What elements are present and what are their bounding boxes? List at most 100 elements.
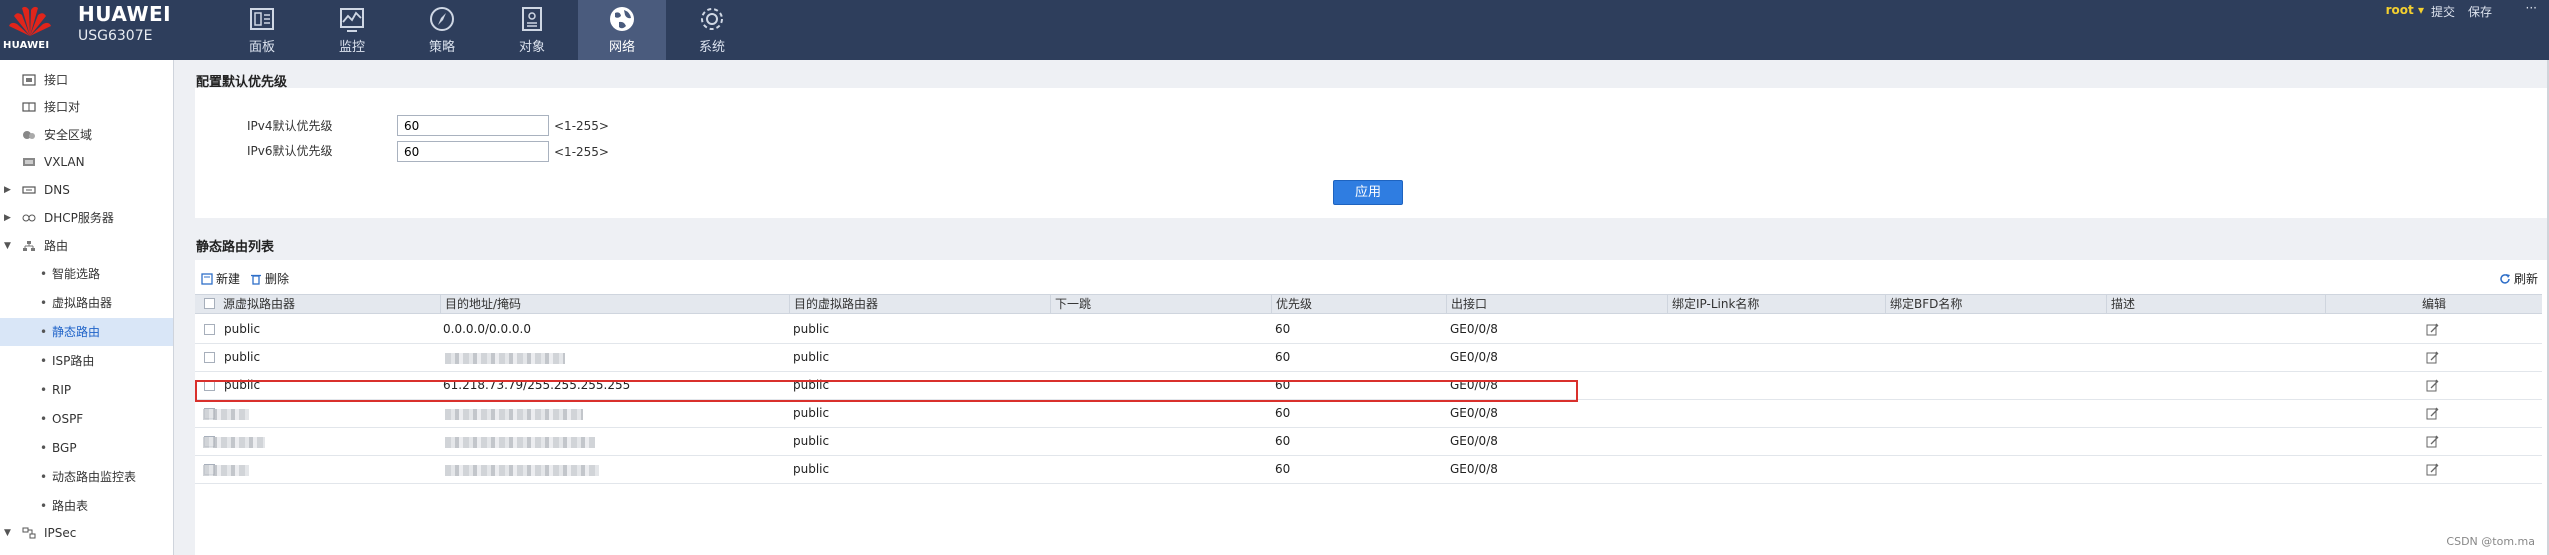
masked-text — [445, 465, 599, 476]
sidebar-item-rip[interactable]: • RIP — [0, 376, 173, 404]
ipv6-priority-input[interactable] — [397, 141, 549, 162]
bullet-icon: • — [40, 441, 48, 455]
edit-icon[interactable] — [2426, 379, 2439, 392]
edit-icon[interactable] — [2426, 407, 2439, 420]
sidebar-item-ospf[interactable]: • OSPF — [0, 405, 173, 433]
sidebar-item-virtual-router[interactable]: • 虚拟路由器 — [0, 289, 173, 317]
col-ip-link[interactable]: 绑定IP-Link名称 — [1667, 295, 1759, 313]
sidebar-item-routing-table[interactable]: • 路由表 — [0, 492, 173, 520]
sidebar-item-label: 动态路由监控表 — [52, 470, 137, 484]
nav-tab-object[interactable]: 对象 — [488, 0, 576, 60]
new-button-label: 新建 — [216, 272, 241, 286]
edit-icon[interactable] — [2426, 323, 2439, 336]
bullet-icon: • — [40, 412, 48, 426]
nav-tab-dashboard[interactable]: 面板 — [218, 0, 306, 60]
col-out-interface[interactable]: 出接口 — [1446, 295, 1487, 313]
device-model: USG6307E — [78, 28, 153, 44]
dhcp-icon — [22, 214, 36, 222]
collapse-arrow-icon[interactable]: ▼ — [4, 232, 11, 260]
refresh-button[interactable]: 刷新 — [2499, 270, 2538, 287]
sidebar-item-bgp[interactable]: • BGP — [0, 434, 173, 462]
cell-dest-vr: public — [793, 350, 830, 364]
sidebar-item-label: 智能选路 — [52, 267, 101, 281]
nav-tab-label: 监控 — [338, 40, 365, 55]
masked-text — [445, 437, 595, 448]
row-checkbox[interactable] — [204, 324, 215, 335]
masked-text — [445, 353, 565, 364]
sidebar-item-security-zone[interactable]: 安全区域 — [0, 121, 173, 149]
col-next-hop[interactable]: 下一跳 — [1050, 295, 1091, 313]
sidebar-item-label: BGP — [52, 441, 77, 455]
cell-priority: 60 — [1275, 434, 1291, 448]
expand-arrow-icon[interactable]: ▶ — [4, 204, 11, 232]
nav-tab-label: 面板 — [248, 40, 275, 55]
commit-link[interactable]: 提交 — [2431, 3, 2455, 20]
sidebar-item-route[interactable]: ▼ 路由 — [0, 232, 173, 260]
sidebar-item-static-route[interactable]: • 静态路由 — [0, 318, 173, 346]
sidebar-item-ipsec[interactable]: ▼ IPSec — [0, 519, 173, 547]
sidebar-item-interface[interactable]: 接口 — [0, 66, 173, 94]
col-edit: 编辑 — [2325, 295, 2542, 313]
user-menu[interactable]: root ▾ — [2386, 3, 2424, 17]
sidebar-item-interface-pair[interactable]: 接口对 — [0, 93, 173, 121]
globe-icon — [610, 7, 634, 31]
sidebar-item-dhcp-server[interactable]: ▶ DHCP服务器 — [0, 204, 173, 232]
collapse-arrow-icon[interactable]: ▼ — [4, 519, 11, 547]
cell-priority: 60 — [1275, 322, 1291, 336]
apply-button[interactable]: 应用 — [1333, 180, 1403, 205]
watermark: CSDN @tom.ma — [2446, 535, 2535, 548]
select-all-checkbox[interactable] — [204, 298, 215, 309]
expand-arrow-icon[interactable]: ▶ — [4, 176, 11, 204]
edit-icon[interactable] — [2426, 463, 2439, 476]
masked-text — [203, 465, 249, 476]
col-bfd[interactable]: 绑定BFD名称 — [1885, 295, 1962, 313]
sidebar-item-isp-route[interactable]: • ISP路由 — [0, 347, 173, 375]
cell-out-interface: GE0/0/8 — [1450, 462, 1498, 476]
new-button[interactable]: 新建 — [201, 270, 240, 287]
col-destination[interactable]: 目的地址/掩码 — [440, 295, 521, 313]
sidebar: 接口 接口对 安全区域 VXLAN ▶ DNS ▶ DHCP服务器 ▼ 路由 •… — [0, 60, 174, 555]
ipv4-priority-input[interactable] — [397, 115, 549, 136]
sidebar-item-dynamic-route-monitor[interactable]: • 动态路由监控表 — [0, 463, 173, 491]
sidebar-item-smart-routing[interactable]: • 智能选路 — [0, 260, 173, 288]
security-zone-icon — [23, 131, 35, 139]
ipv6-range-hint: <1-255> — [554, 145, 609, 159]
new-icon — [201, 273, 213, 285]
sidebar-item-vxlan[interactable]: VXLAN — [0, 148, 173, 176]
sidebar-item-label: OSPF — [52, 412, 84, 426]
more-menu-icon[interactable]: ··· — [2526, 1, 2537, 15]
cell-dest-vr: public — [793, 406, 830, 420]
cell-dest-vr: public — [793, 322, 830, 336]
table-row[interactable]: public 60 GE0/0/8 — [195, 400, 2542, 428]
edit-icon[interactable] — [2426, 435, 2439, 448]
nav-tab-network[interactable]: 网络 — [578, 0, 666, 60]
sidebar-item-label: RIP — [52, 383, 72, 397]
ipsec-icon — [22, 527, 36, 539]
row-checkbox[interactable] — [204, 352, 215, 363]
nav-tab-policy[interactable]: 策略 — [398, 0, 486, 60]
table-row[interactable]: public 60 GE0/0/8 — [195, 428, 2542, 456]
interface-pair-icon — [22, 102, 36, 112]
edit-icon[interactable] — [2426, 351, 2439, 364]
col-priority[interactable]: 优先级 — [1271, 295, 1312, 313]
bullet-icon: • — [40, 499, 48, 513]
delete-button[interactable]: 删除 — [250, 270, 289, 287]
col-dest-vr[interactable]: 目的虚拟路由器 — [789, 295, 878, 313]
sidebar-item-label: 路由 — [44, 239, 69, 253]
bullet-icon: • — [40, 470, 48, 484]
table-row[interactable]: public public 60 GE0/0/8 — [195, 344, 2542, 372]
col-description[interactable]: 描述 — [2106, 295, 2135, 313]
table-row[interactable]: public 0.0.0.0/0.0.0.0 public 60 GE0/0/8 — [195, 316, 2542, 344]
logo-text: HUAWEI — [3, 40, 50, 51]
col-source-vr[interactable]: 源虚拟路由器 — [219, 295, 295, 313]
save-link[interactable]: 保存 — [2468, 3, 2492, 20]
table-row[interactable]: public 60 GE0/0/8 — [195, 456, 2542, 484]
sidebar-item-label: DHCP服务器 — [44, 211, 114, 225]
sidebar-item-dns[interactable]: ▶ DNS — [0, 176, 173, 204]
trash-icon — [251, 274, 261, 285]
nav-tab-label: 网络 — [608, 40, 635, 55]
brand-name: HUAWEI — [78, 2, 172, 26]
compass-icon — [430, 7, 454, 31]
nav-tab-monitor[interactable]: 监控 — [308, 0, 396, 60]
nav-tab-system[interactable]: 系统 — [668, 0, 756, 60]
